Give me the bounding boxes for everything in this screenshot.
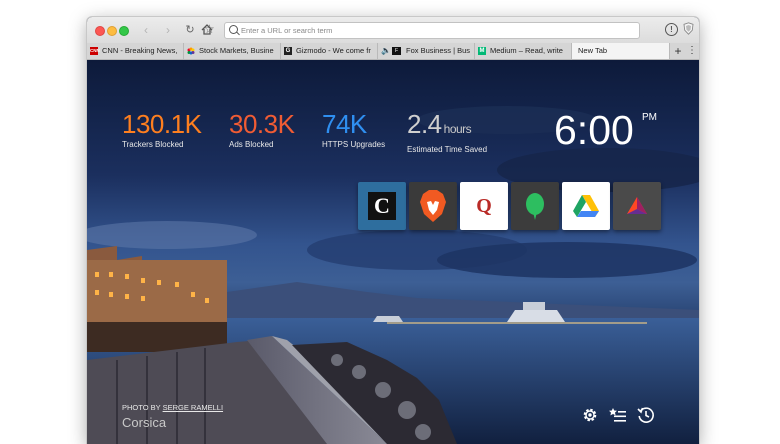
top-site-google-drive[interactable] [562, 182, 610, 230]
photo-location: Corsica [122, 415, 167, 430]
tab-stock-markets[interactable]: Stock Markets, Busine [184, 43, 281, 59]
stat-trackers-blocked: 130.1K Trackers Blocked [122, 109, 202, 149]
menu-dots-icon[interactable]: ⋮ [687, 43, 697, 59]
tab-label: Medium – Read, write [490, 46, 563, 55]
forward-arrow-icon[interactable]: › [161, 22, 175, 38]
tab-label: Fox Business | Bus [406, 46, 471, 55]
brave-shield-icon[interactable] [683, 22, 694, 35]
info-icon[interactable]: ! [665, 23, 678, 36]
tab-medium[interactable]: M Medium – Read, write [475, 43, 572, 59]
search-icon [229, 25, 238, 34]
speaker-icon[interactable]: 🔈 [381, 47, 391, 55]
brave-lion-icon [420, 190, 446, 222]
new-tab-plus-icon[interactable]: + [671, 43, 685, 59]
stat-label: Trackers Blocked [122, 140, 184, 149]
fox-favicon: F [392, 47, 401, 55]
stat-time-saved: 2.4 hours Estimated Time Saved [407, 110, 487, 154]
browser-toolbar: ‹ › ↻ ☆ ! [87, 17, 699, 44]
history-clock-icon[interactable] [637, 406, 655, 424]
stat-label: HTTPS Upgrades [322, 140, 386, 149]
photographer-link[interactable]: SERGE RAMELLI [163, 403, 223, 412]
close-window-button[interactable] [95, 26, 105, 36]
cnn-favicon: CNN [90, 47, 100, 55]
medium-favicon: M [478, 47, 486, 55]
stat-ads-blocked: 30.3K Ads Blocked [229, 109, 295, 149]
bookmarks-list-icon[interactable] [609, 406, 627, 424]
tab-gizmodo[interactable]: G Gizmodo - We come fr [281, 43, 378, 59]
settings-gear-icon[interactable] [581, 406, 599, 424]
tab-label: CNN - Breaking News, [102, 46, 178, 55]
url-input[interactable] [241, 23, 631, 38]
stat-https-upgrades: 74K HTTPS Upgrades [322, 110, 385, 149]
stat-value: 2.4 [407, 109, 442, 139]
tab-new-tab[interactable]: New Tab [572, 43, 670, 59]
browser-window: ‹ › ↻ ☆ ! CNN CNN - Breaking News, Stock [87, 17, 699, 444]
tab-label: Gizmodo - We come fr [296, 46, 371, 55]
stat-value: 30.3K [229, 109, 295, 139]
stat-value: 74K [322, 109, 367, 139]
tab-strip: CNN CNN - Breaking News, Stock Markets, … [87, 43, 699, 60]
reload-icon[interactable]: ↻ [183, 22, 197, 38]
bookmark-star-icon[interactable]: ☆ [204, 22, 215, 36]
tab-label: Stock Markets, Busine [199, 46, 274, 55]
cnet-icon: C [368, 192, 396, 220]
top-site-brave[interactable] [409, 182, 457, 230]
top-site-quora[interactable]: Q [460, 182, 508, 230]
top-site-cnet[interactable]: C [358, 182, 406, 230]
google-drive-icon [573, 195, 599, 217]
top-site-evernote[interactable] [511, 182, 559, 230]
maximize-window-button[interactable] [119, 26, 129, 36]
minimize-window-button[interactable] [107, 26, 117, 36]
stat-label: Estimated Time Saved [407, 145, 488, 154]
url-bar[interactable]: ☆ [204, 22, 640, 39]
clock-ampm: PM [642, 112, 657, 123]
quora-icon: Q [476, 195, 492, 217]
nbc-peacock-favicon [187, 47, 195, 55]
new-tab-page: 130.1K Trackers Blocked 30.3K Ads Blocke… [87, 60, 699, 444]
clock-time: 6:00 [554, 107, 634, 153]
photo-credit-prefix: PHOTO BY [122, 403, 161, 412]
stat-unit: hours [443, 122, 472, 136]
photo-credit: PHOTO BY SERGE RAMELLI [122, 403, 223, 412]
tab-label: New Tab [578, 46, 608, 55]
stat-label: Ads Blocked [229, 140, 274, 149]
stat-value: 130.1K [122, 109, 202, 139]
bat-triangle-icon [627, 197, 647, 214]
evernote-icon [526, 193, 544, 220]
tab-cnn[interactable]: CNN CNN - Breaking News, [87, 43, 184, 59]
tab-fox-business[interactable]: 🔈 Fox Business | Bus F [378, 43, 475, 59]
top-site-bat[interactable] [613, 182, 661, 230]
gizmodo-favicon: G [284, 47, 292, 55]
back-arrow-icon[interactable]: ‹ [139, 22, 153, 38]
